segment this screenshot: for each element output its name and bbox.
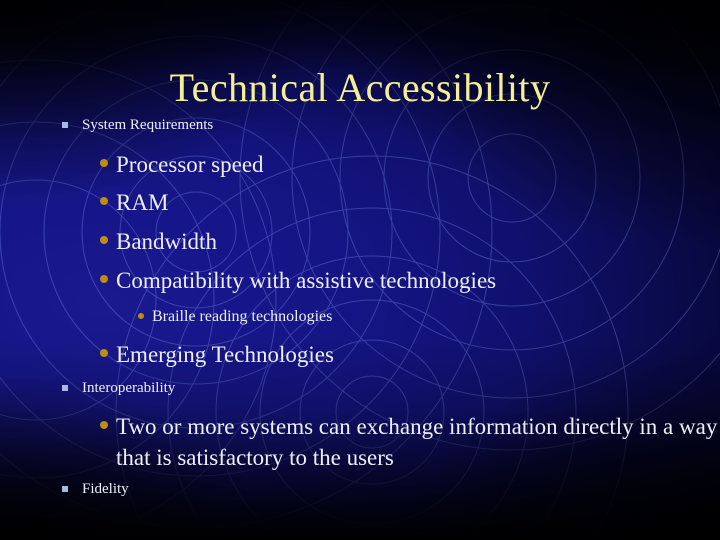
outline-item-bandwidth: Bandwidth (0, 226, 720, 257)
outline-item-text: Fidelity (82, 481, 129, 497)
outline-item-text: Bandwidth (116, 229, 217, 254)
slide-content: Technical Accessibility System Requireme… (0, 0, 720, 540)
presentation-slide: Technical Accessibility System Requireme… (0, 0, 720, 540)
outline-item-text: Braille reading technologies (152, 308, 333, 325)
outline-item-text: Interoperability (82, 380, 176, 396)
outline-item-text: System Requirements (82, 117, 214, 133)
outline-item-text: Compatibility with assistive technologie… (116, 268, 497, 293)
outline-item-text: Two or more systems can exchange informa… (116, 414, 718, 470)
outline-item-text: Processor speed (116, 152, 264, 177)
outline-item-processor-speed: Processor speed (0, 149, 720, 180)
outline-item-emerging-technologies: Emerging Technologies (0, 339, 720, 370)
outline-item-text: Emerging Technologies (116, 342, 334, 367)
outline-item-braille-reading-technologies: Braille reading technologies (0, 306, 720, 328)
outline-item-ram: RAM (0, 187, 720, 218)
outline-item-fidelity: Fidelity (0, 480, 720, 499)
outline-item-interoperability: Interoperability (0, 379, 720, 398)
square-bullet-icon (62, 122, 68, 128)
square-bullet-icon (62, 486, 68, 492)
dot-bullet-icon (100, 421, 108, 429)
dot-bullet-icon (100, 197, 108, 205)
slide-title: Technical Accessibility (169, 65, 551, 110)
dot-bullet-icon (100, 349, 108, 357)
outline-item-system-requirements: System Requirements (0, 116, 720, 135)
outline-item-text: RAM (116, 190, 169, 215)
dot-bullet-icon (138, 313, 144, 319)
slide-body-outline: System Requirements Processor speed RAM … (0, 116, 720, 499)
square-bullet-icon (62, 385, 68, 391)
dot-bullet-icon (100, 159, 108, 167)
dot-bullet-icon (100, 236, 108, 244)
outline-item-two-or-more-systems: Two or more systems can exchange informa… (0, 411, 720, 473)
dot-bullet-icon (100, 275, 108, 283)
outline-item-compatibility-assistive-technologies: Compatibility with assistive technologie… (0, 265, 720, 296)
